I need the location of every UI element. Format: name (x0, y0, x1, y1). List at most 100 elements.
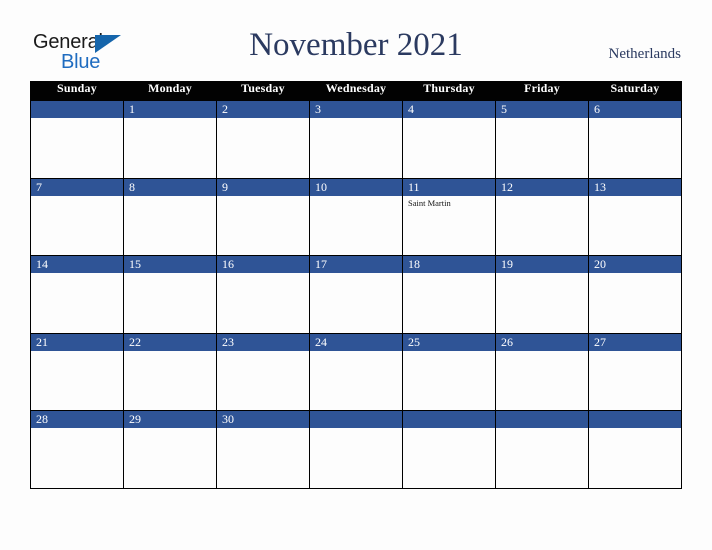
calendar-day-cell[interactable]: 14 (30, 255, 124, 334)
day-number: 27 (589, 333, 681, 351)
day-events (496, 118, 588, 120)
calendar-day-cell[interactable]: 6 (588, 101, 682, 179)
calendar-day-cell[interactable]: 3 (309, 101, 403, 179)
day-number: 25 (403, 333, 495, 351)
calendar-day-cell[interactable]: 19 (495, 255, 589, 334)
day-events (496, 428, 588, 430)
calendar-day-cell[interactable]: 29 (123, 410, 217, 489)
day-number: 12 (496, 178, 588, 196)
day-number: 17 (310, 256, 402, 273)
day-number: 7 (31, 178, 123, 196)
calendar-day-cell[interactable]: 16 (216, 255, 310, 334)
calendar-grid: Sunday Monday Tuesday Wednesday Thursday… (30, 81, 682, 489)
day-number: 8 (124, 178, 216, 196)
day-number: 10 (310, 178, 402, 196)
calendar-day-cell[interactable]: 24 (309, 333, 403, 411)
calendar-body: 1 2 3 4 5 6 7 8 9 10 11 Saint Martin 12 13 14 15 16 17 18 1… (30, 101, 682, 489)
day-events: Saint Martin (403, 196, 495, 209)
day-number: 20 (589, 256, 681, 273)
day-number (589, 411, 681, 428)
day-number (31, 101, 123, 118)
calendar-header: Sunday Monday Tuesday Wednesday Thursday… (30, 81, 682, 101)
calendar-day-cell[interactable]: 26 (495, 333, 589, 411)
weekday-header-tuesday: Tuesday (216, 81, 310, 101)
calendar-day-cell[interactable]: 20 (588, 255, 682, 334)
calendar-day-cell[interactable]: 11 Saint Martin (402, 178, 496, 256)
calendar-day-cell[interactable]: 27 (588, 333, 682, 411)
day-events (403, 351, 495, 353)
calendar-day-cell[interactable] (30, 101, 124, 179)
day-number: 16 (217, 256, 309, 273)
day-number (496, 411, 588, 428)
calendar-week-row: 123456 (30, 101, 682, 179)
day-events (217, 351, 309, 353)
calendar-day-cell[interactable]: 10 (309, 178, 403, 256)
day-events (403, 273, 495, 275)
day-number: 26 (496, 333, 588, 351)
day-number: 18 (403, 256, 495, 273)
day-number: 6 (589, 101, 681, 118)
day-number: 15 (124, 256, 216, 273)
day-events (496, 351, 588, 353)
day-events (589, 273, 681, 275)
calendar-day-cell[interactable]: 30 (216, 410, 310, 489)
page-header: General Blue November 2021 Netherlands (0, 0, 712, 81)
calendar-day-cell[interactable]: 18 (402, 255, 496, 334)
day-events (31, 351, 123, 353)
day-events (589, 351, 681, 353)
day-events (310, 273, 402, 275)
calendar-day-cell[interactable] (309, 410, 403, 489)
calendar-day-cell[interactable]: 28 (30, 410, 124, 489)
day-number: 30 (217, 411, 309, 428)
day-number: 2 (217, 101, 309, 118)
weekday-header-wednesday: Wednesday (309, 81, 403, 101)
calendar-day-cell[interactable]: 2 (216, 101, 310, 179)
day-number: 11 (403, 178, 495, 196)
calendar-day-cell[interactable]: 12 (495, 178, 589, 256)
calendar-day-cell[interactable]: 17 (309, 255, 403, 334)
calendar-day-cell[interactable]: 25 (402, 333, 496, 411)
day-number: 29 (124, 411, 216, 428)
day-events (310, 118, 402, 120)
day-events (310, 428, 402, 430)
day-events (217, 118, 309, 120)
day-events (310, 196, 402, 198)
day-events (403, 428, 495, 430)
day-number: 24 (310, 333, 402, 351)
day-events (589, 118, 681, 120)
calendar-day-cell[interactable] (402, 410, 496, 489)
day-number: 4 (403, 101, 495, 118)
calendar-day-cell[interactable]: 9 (216, 178, 310, 256)
day-events (31, 428, 123, 430)
calendar-day-cell[interactable] (495, 410, 589, 489)
day-number: 14 (31, 256, 123, 273)
day-events (589, 428, 681, 430)
weekday-header-saturday: Saturday (588, 81, 682, 101)
calendar-week-row: 7 8 9 10 11 Saint Martin 12 13 (30, 178, 682, 256)
calendar-day-cell[interactable]: 15 (123, 255, 217, 334)
calendar-day-cell[interactable]: 4 (402, 101, 496, 179)
day-events (217, 273, 309, 275)
day-number: 19 (496, 256, 588, 273)
country-label: Netherlands (608, 46, 681, 62)
calendar-day-cell[interactable]: 23 (216, 333, 310, 411)
calendar-day-cell[interactable]: 5 (495, 101, 589, 179)
day-events (31, 273, 123, 275)
page-title: November 2021 (249, 27, 463, 63)
day-number: 1 (124, 101, 216, 118)
calendar-day-cell[interactable] (588, 410, 682, 489)
calendar-day-cell[interactable]: 1 (123, 101, 217, 179)
day-events (124, 351, 216, 353)
calendar-day-cell[interactable]: 21 (30, 333, 124, 411)
day-events (403, 118, 495, 120)
calendar-day-cell[interactable]: 7 (30, 178, 124, 256)
calendar-day-cell[interactable]: 8 (123, 178, 217, 256)
day-events (496, 196, 588, 198)
day-events (124, 118, 216, 120)
calendar-week-row: 21 22 23 24 25 26 27 (30, 333, 682, 411)
holiday-event: Saint Martin (408, 197, 451, 208)
weekday-header-sunday: Sunday (30, 81, 124, 101)
calendar-day-cell[interactable]: 22 (123, 333, 217, 411)
calendar-day-cell[interactable]: 13 (588, 178, 682, 256)
weekday-header-row: Sunday Monday Tuesday Wednesday Thursday… (30, 81, 682, 101)
